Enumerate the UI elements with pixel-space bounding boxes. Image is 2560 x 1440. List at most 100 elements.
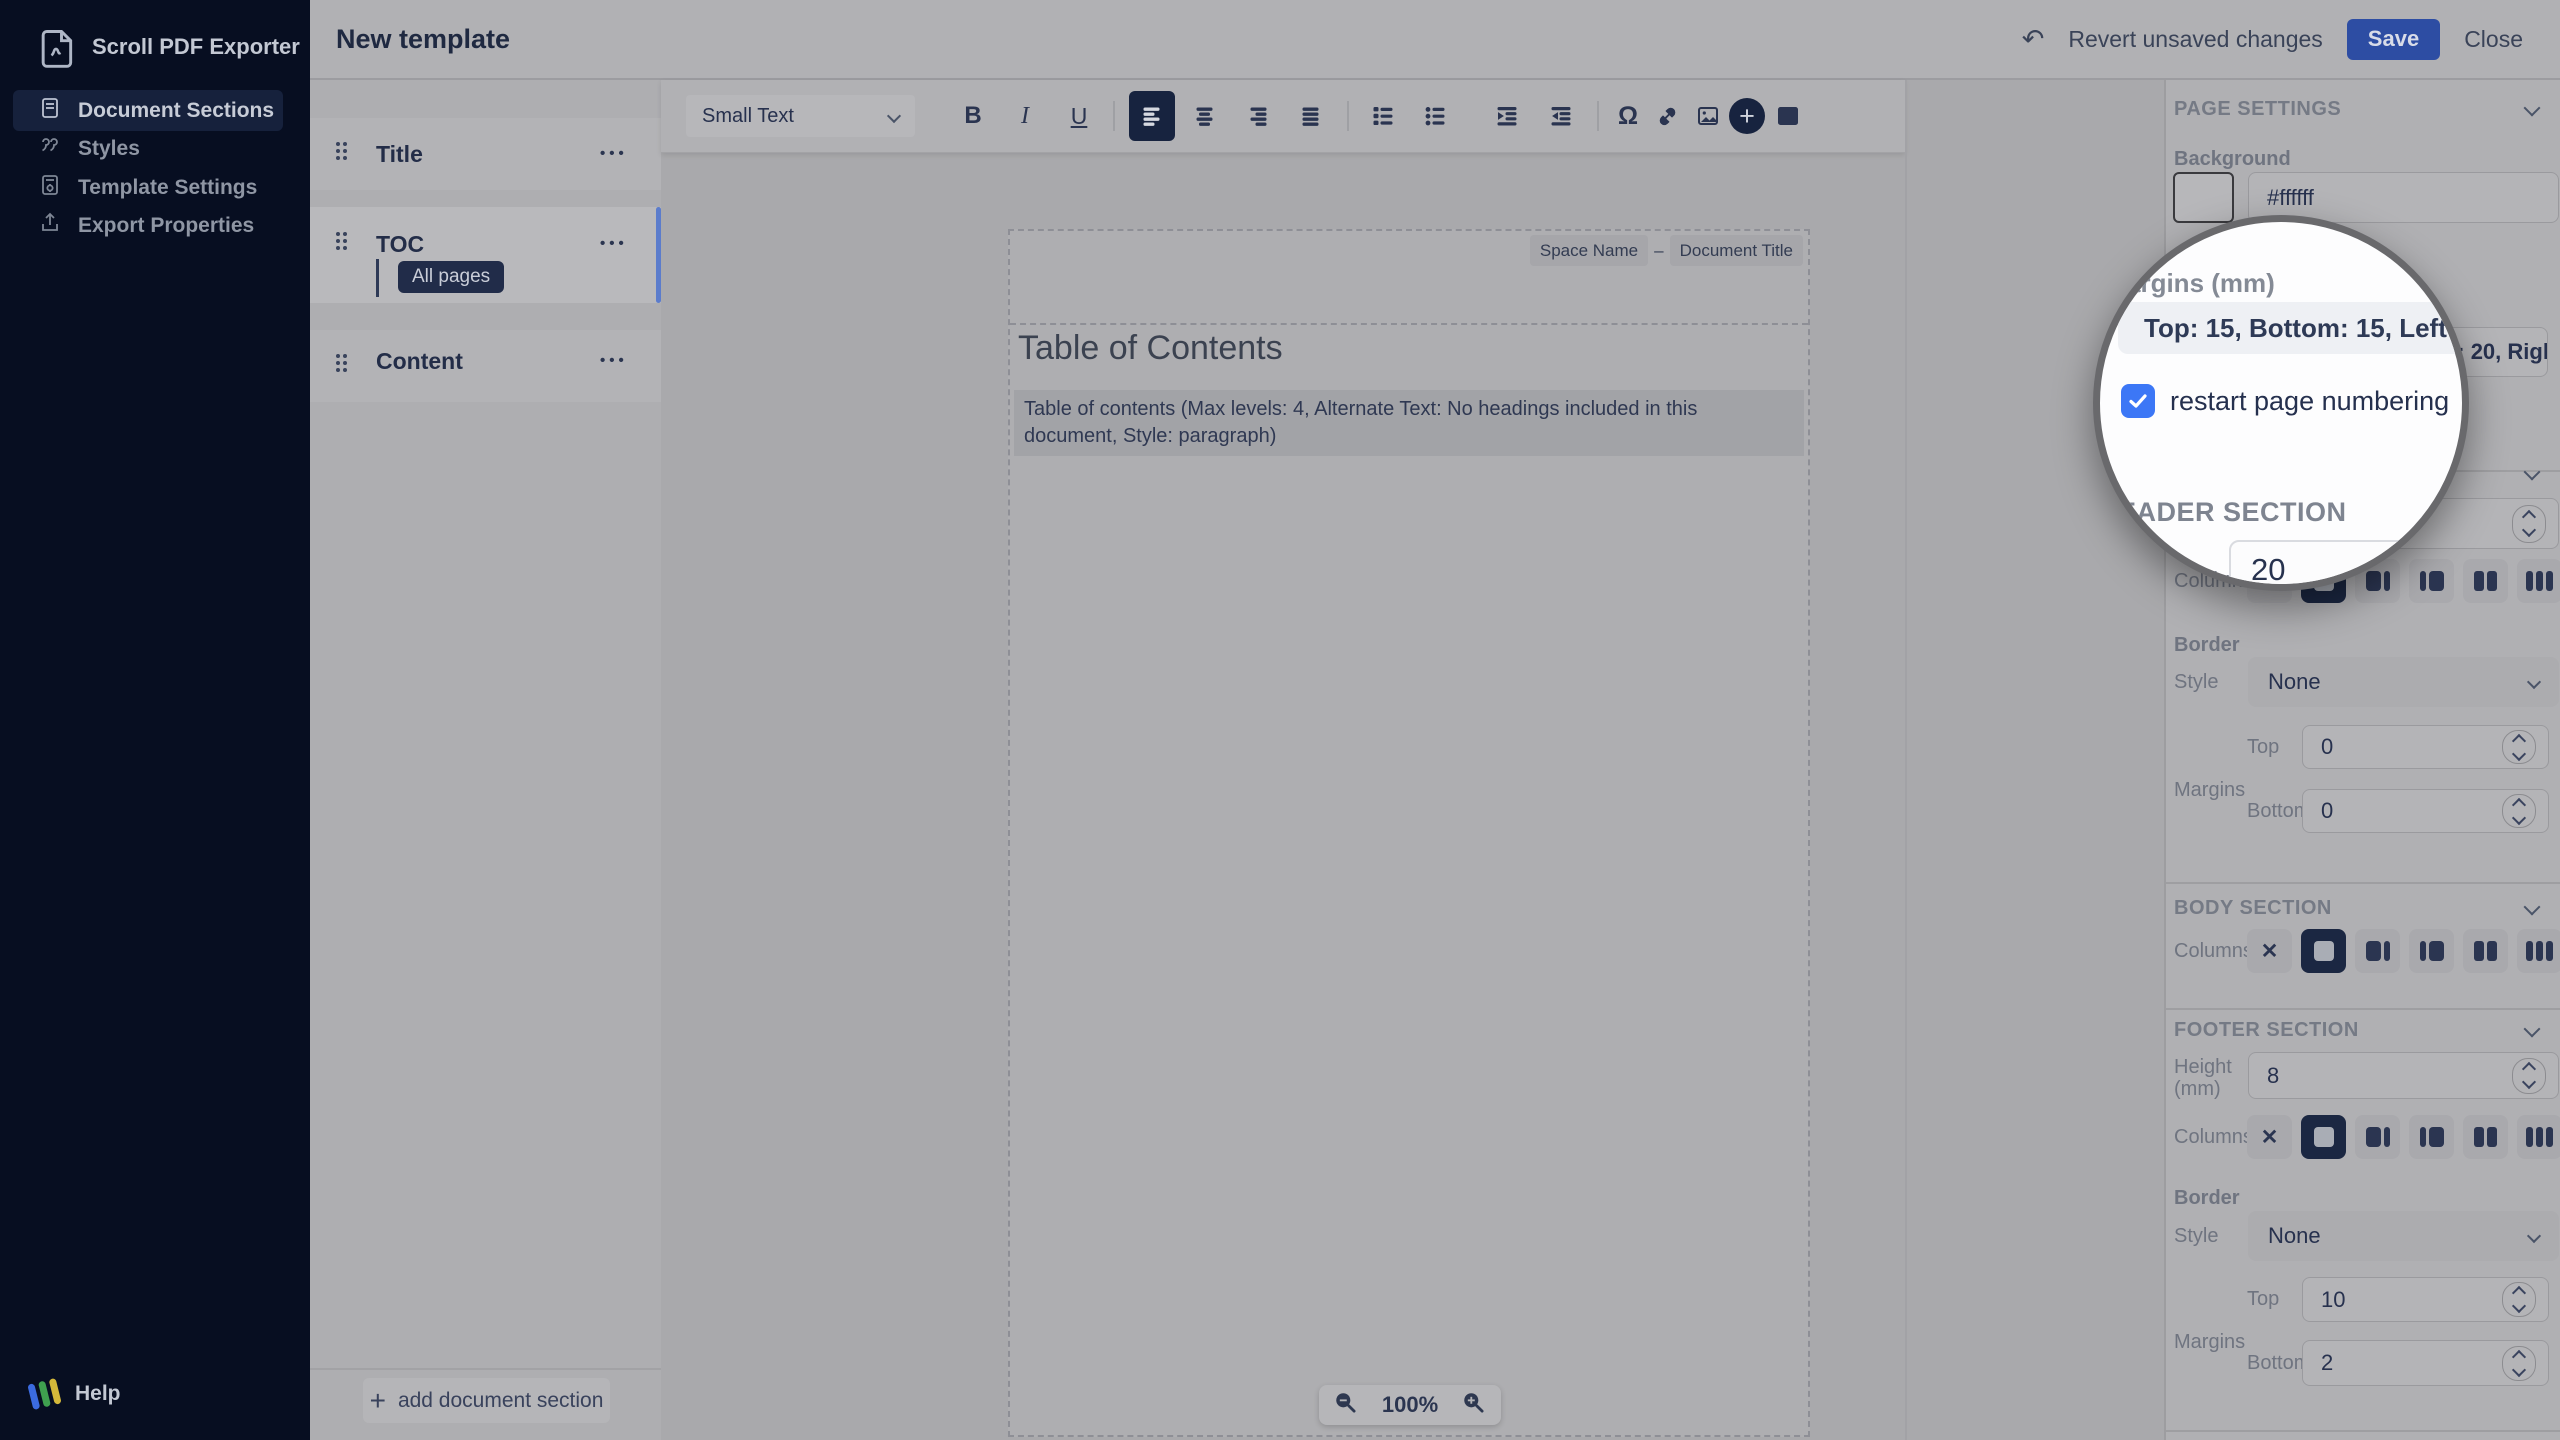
zoom-in-button[interactable] [1461,1390,1487,1421]
document-title-chip: Document Title [1670,235,1803,266]
columns-two-button[interactable] [2463,559,2508,603]
footer-margins-label: Margins [2174,1331,2245,1354]
section-menu-button[interactable]: ••• [600,145,628,162]
plus-circle-icon: + [1729,98,1765,134]
section-row-title[interactable]: Title ••• [310,118,661,190]
indent-decrease-button[interactable] [1540,95,1582,137]
header-margin-top-label: Top [2247,736,2279,759]
sidebar-item-template-settings[interactable]: Template Settings [13,167,283,208]
save-button[interactable]: Save [2347,19,2440,60]
stepper-icon[interactable] [2502,794,2536,828]
collapse-chevron-icon[interactable] [2524,1021,2541,1038]
stepper-icon[interactable] [2502,1346,2536,1381]
close-button[interactable]: Close [2464,26,2523,53]
toc-heading: Table of Contents [1018,329,1283,368]
sidebar-item-label: Export Properties [78,214,254,238]
footer-height-unit: (mm) [2174,1078,2221,1101]
sidebar-item-export-properties[interactable]: Export Properties [13,205,283,246]
app-sidebar: Scroll PDF Exporter Document Sections St… [0,0,310,1440]
footer-margin-top-value: 10 [2303,1287,2345,1313]
header-actions: ↶ Revert unsaved changes Save Close [2022,0,2523,78]
columns-single-button[interactable] [2301,1115,2346,1159]
drag-handle-icon[interactable] [336,354,347,372]
footer-border-style-select[interactable]: None [2248,1211,2559,1261]
italic-button[interactable]: I [1004,95,1046,137]
columns-three-button[interactable] [2517,929,2560,973]
columns-two-button[interactable] [2463,929,2508,973]
footer-margin-bottom-input[interactable]: 2 [2302,1340,2549,1386]
toc-placeholder-block[interactable]: Table of contents (Max levels: 4, Altern… [1014,390,1804,456]
sub-item-line [376,259,379,297]
footer-height-input[interactable]: 8 [2248,1052,2559,1099]
columns-three-button[interactable] [2517,1115,2560,1159]
background-color-value: #ffffff [2249,185,2314,211]
align-left-button[interactable] [1129,91,1175,141]
columns-two-button[interactable] [2463,1115,2508,1159]
underline-button[interactable]: U [1058,95,1100,137]
header-margin-bottom-input[interactable]: 0 [2302,789,2549,833]
section-row-toc[interactable]: TOC ••• All pages [310,207,661,303]
footer-margin-bottom-value: 2 [2303,1350,2333,1376]
align-justify-button[interactable] [1290,95,1332,137]
stepper-icon[interactable] [2512,505,2546,543]
align-right-button[interactable] [1238,95,1280,137]
sidebar-item-label: Document Sections [78,99,274,123]
section-label: Content [376,348,463,375]
columns-none-button[interactable]: ✕ [2247,1115,2292,1159]
columns-none-button[interactable]: ✕ [2247,929,2292,973]
table-button[interactable] [1767,95,1809,137]
columns-right-wide-button[interactable] [2409,1115,2454,1159]
section-label: TOC [376,231,424,258]
stepper-icon[interactable] [2502,1282,2536,1317]
columns-right-wide-button[interactable] [2409,929,2454,973]
indent-increase-button[interactable] [1486,95,1528,137]
magnified-margins-label: argins (mm) [2126,268,2275,299]
zoom-out-button[interactable] [1333,1390,1359,1421]
bullet-list-button[interactable] [1414,95,1456,137]
columns-left-wide-button[interactable] [2355,1115,2400,1159]
drag-handle-icon[interactable] [336,232,347,250]
editor-canvas: Small Text B I U Ω [661,80,2164,1440]
add-document-section-button[interactable]: + add document section [363,1378,610,1423]
columns-single-button[interactable] [2301,929,2346,973]
special-character-button[interactable]: Ω [1607,95,1649,137]
header-margin-bottom-value: 0 [2303,798,2333,824]
footer-margin-top-label: Top [2247,1288,2279,1311]
footer-margin-top-input[interactable]: 10 [2302,1277,2549,1322]
magnified-height-input[interactable]: 20 [2229,540,2466,591]
bold-button[interactable]: B [952,95,994,137]
ordered-list-button[interactable] [1362,95,1404,137]
page-header-region[interactable]: Space Name – Document Title [1010,231,1808,325]
help-button[interactable]: Help [0,1368,310,1420]
collapse-chevron-icon[interactable] [2524,100,2541,117]
image-button[interactable] [1687,95,1729,137]
section-row-content[interactable]: Content ••• [310,330,661,402]
section-menu-button[interactable]: ••• [600,352,628,369]
magnified-height-value: 20 [2251,552,2285,588]
collapse-chevron-icon[interactable] [2524,899,2541,916]
stepper-icon[interactable] [2512,1058,2546,1094]
footer-border-style-value: None [2268,1223,2321,1249]
text-style-select[interactable]: Small Text [686,95,915,137]
collapse-chevron-icon[interactable] [2524,464,2541,481]
insert-macro-button[interactable]: + [1726,95,1768,137]
background-color-swatch[interactable] [2173,172,2234,223]
app-name: Scroll PDF Exporter [92,34,300,60]
stepper-icon[interactable] [2502,730,2536,764]
magnified-restart-checkbox[interactable] [2121,384,2155,418]
header-margin-top-input[interactable]: 0 [2302,725,2549,769]
header-border-style-select[interactable]: None [2248,657,2559,707]
all-pages-badge: All pages [398,261,504,293]
columns-three-button[interactable] [2517,559,2560,603]
align-center-button[interactable] [1184,95,1226,137]
revert-changes-button[interactable]: Revert unsaved changes [2068,26,2322,53]
section-menu-button[interactable]: ••• [600,235,628,252]
panel-divider [310,1368,661,1370]
drag-handle-icon[interactable] [336,142,347,160]
link-button[interactable] [1646,95,1688,137]
sidebar-item-document-sections[interactable]: Document Sections [13,90,283,131]
sidebar-item-styles[interactable]: Styles [13,128,283,169]
columns-left-wide-button[interactable] [2355,929,2400,973]
sidebar-item-label: Template Settings [78,176,257,200]
document-sections-icon [38,96,62,125]
